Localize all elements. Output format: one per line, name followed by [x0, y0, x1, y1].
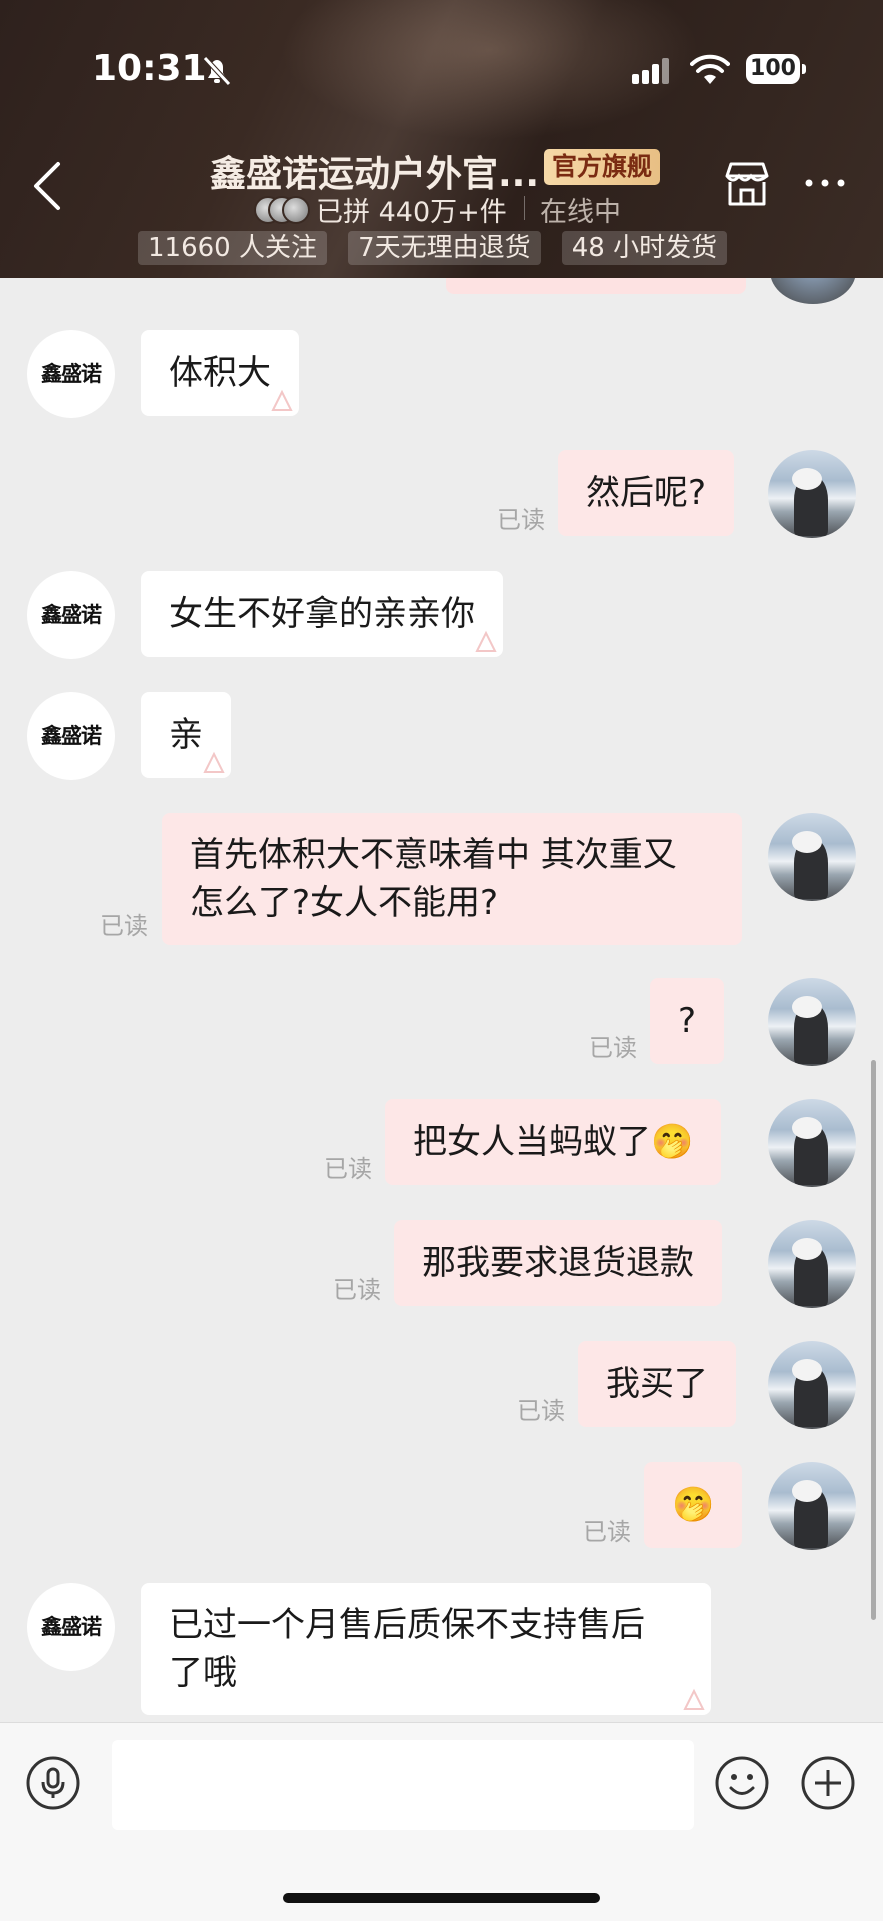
user-avatar[interactable] — [768, 1220, 856, 1308]
divider — [524, 196, 525, 220]
shop-avatar[interactable]: 鑫盛诺 — [27, 1583, 115, 1671]
message-text-line: 首先体积大不意味着中 其次重又 — [190, 835, 677, 875]
scrollbar[interactable] — [871, 1060, 876, 1620]
message-text-line: 怎么了?女人不能用? — [190, 883, 499, 923]
message-input[interactable] — [112, 1740, 694, 1830]
user-avatar[interactable] — [768, 1462, 856, 1550]
message-bubble[interactable]: 然后呢? — [558, 450, 735, 536]
user-avatar[interactable] — [768, 978, 856, 1066]
read-receipt: 已读 — [497, 506, 545, 534]
home-indicator[interactable] — [283, 1893, 600, 1903]
message-bubble[interactable]: 已过一个月售后质保不支持售后 了哦 — [141, 1583, 711, 1715]
message-text: 体积大 — [169, 353, 271, 393]
message-bubble[interactable]: 女生不好拿的亲亲你 — [141, 571, 503, 657]
user-avatar[interactable] — [768, 1099, 856, 1187]
user-avatar — [770, 278, 856, 304]
status-time: 10:31 — [92, 48, 207, 89]
message-text: 把女人当蚂蚁了🤭 — [413, 1122, 694, 1162]
wifi-icon — [690, 54, 730, 84]
pdd-watermark-icon — [271, 389, 293, 411]
user-avatar[interactable] — [768, 450, 856, 538]
message-text-line: 了哦 — [169, 1653, 237, 1693]
official-store-badge: 官方旗舰 — [544, 149, 661, 185]
message-bubble[interactable]: 🤭 — [644, 1462, 743, 1548]
read-receipt: 已读 — [333, 1276, 381, 1304]
user-avatar[interactable] — [768, 1341, 856, 1429]
plus-icon[interactable] — [800, 1755, 856, 1811]
message-text: 我买了 — [606, 1364, 708, 1404]
message-bubble[interactable]: 首先体积大不意味着中 其次重又 怎么了?女人不能用? — [162, 813, 742, 945]
user-avatar[interactable] — [768, 813, 856, 901]
message-text: 然后呢? — [586, 473, 707, 513]
shop-avatar[interactable]: 鑫盛诺 — [27, 571, 115, 659]
pdd-watermark-icon — [203, 751, 225, 773]
message-text-line: 已过一个月售后质保不支持售后 — [169, 1605, 645, 1645]
message-bubble[interactable]: 体积大 — [141, 330, 299, 416]
sales-count: 已拼 440万+件 — [316, 197, 507, 228]
read-receipt: 已读 — [517, 1397, 565, 1425]
chat-messages[interactable]: 鑫盛诺 体积大 已读 然后呢? 鑫盛诺 女生不好拿的亲亲你 鑫盛诺 亲 已读 首… — [0, 278, 883, 1722]
chevron-left-icon[interactable] — [28, 158, 68, 214]
pdd-watermark-icon — [475, 630, 497, 652]
message-bubble-partial — [446, 278, 746, 294]
read-receipt: 已读 — [583, 1518, 631, 1546]
read-receipt: 已读 — [324, 1155, 372, 1183]
status-bar: 10:31 100 — [0, 0, 883, 140]
message-bubble[interactable]: 把女人当蚂蚁了🤭 — [385, 1099, 722, 1185]
online-status: 在线中 — [540, 197, 621, 228]
message-bubble[interactable]: 亲 — [141, 692, 231, 778]
shop-tags: 11660 人关注 7天无理由退货 48 小时发货 — [138, 231, 743, 267]
more-icon[interactable] — [800, 168, 850, 198]
read-receipt: 已读 — [100, 912, 148, 940]
return-policy-tag: 7天无理由退货 — [348, 231, 541, 265]
read-receipt: 已读 — [589, 1034, 637, 1062]
buyer-avatars — [254, 196, 310, 224]
message-text: 🤭 — [672, 1485, 715, 1525]
bell-muted-icon — [203, 56, 231, 86]
shop-title-row[interactable]: 鑫盛诺运动户外官... 官方旗舰 — [210, 143, 680, 195]
shipping-tag: 48 小时发货 — [561, 231, 728, 265]
chat-header: 10:31 100 鑫盛诺运动户外官... 官方旗舰 已拼 440万+件 在线中 — [0, 0, 883, 278]
pdd-watermark-icon — [683, 1688, 705, 1710]
emoji-icon[interactable] — [714, 1755, 770, 1811]
message-text: 那我要求退货退款 — [422, 1243, 694, 1283]
message-text: 女生不好拿的亲亲你 — [169, 594, 475, 634]
message-text: ? — [678, 1001, 697, 1041]
battery-indicator: 100 — [746, 54, 806, 84]
message-bubble[interactable]: 我买了 — [578, 1341, 736, 1427]
cellular-signal-icon — [632, 58, 672, 84]
shop-avatar[interactable]: 鑫盛诺 — [27, 330, 115, 418]
microphone-icon[interactable] — [25, 1755, 81, 1811]
input-bar — [0, 1722, 883, 1921]
shop-avatar[interactable]: 鑫盛诺 — [27, 692, 115, 780]
message-text: 亲 — [169, 715, 203, 755]
message-bubble[interactable]: 那我要求退货退款 — [394, 1220, 722, 1306]
followers-tag: 11660 人关注 — [138, 231, 327, 265]
store-icon[interactable] — [722, 160, 772, 208]
message-bubble[interactable]: ? — [650, 978, 725, 1064]
